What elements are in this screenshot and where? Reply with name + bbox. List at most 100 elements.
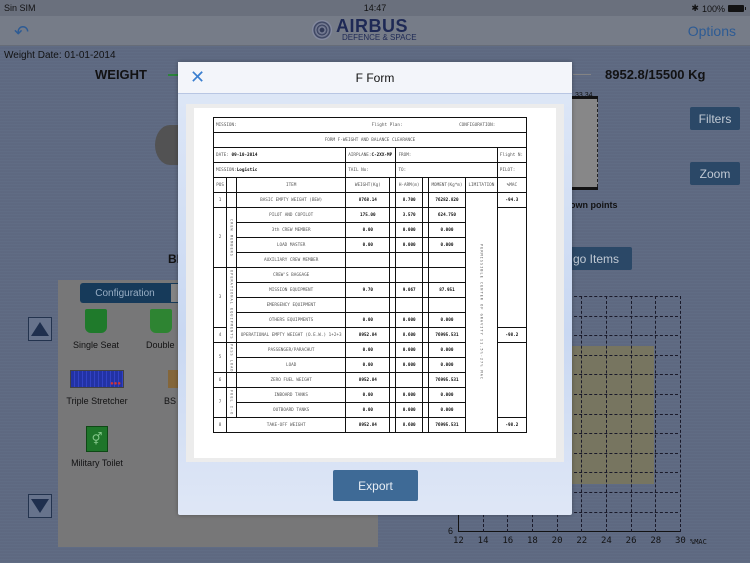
- form-title: FORM F-WEIGHT AND BALANCE CLEARANCE: [213, 132, 527, 148]
- col-moment: MOMENT(Kg*m): [427, 177, 467, 193]
- modal-header: ✕ F Form: [178, 62, 572, 94]
- item-cell: MISSION EQUIPMENT: [236, 282, 347, 298]
- item-cell: CREW'S BAGGAGE: [236, 267, 347, 283]
- group-label: OPERATIONAL EQUIPMENTS: [226, 267, 238, 343]
- moment-cell: 0.000: [427, 222, 467, 238]
- arm-cell: [395, 252, 423, 268]
- pos-cell: 7: [212, 387, 228, 418]
- limitation-cell: PERMISSIBLE CENTER OF GRAVITY 11.5%-27% …: [465, 192, 498, 433]
- weight-cell: 0.00: [345, 237, 391, 253]
- moment-cell: 0.000: [427, 402, 467, 418]
- moment-cell: 0.000: [427, 357, 467, 373]
- col-arm: H-ARM(m): [395, 177, 423, 193]
- weight-cell: 0.00: [345, 357, 391, 373]
- moment-cell: [427, 252, 467, 268]
- airplane-field: AIRPLANE:C-2XX-MP: [345, 147, 397, 163]
- item-cell: OUTBOARD TANKS: [236, 402, 347, 418]
- item-cell: INBOARD TANKS: [236, 387, 347, 403]
- col-weight: WEIGHT(Kg): [345, 177, 391, 193]
- group-cell: [226, 192, 238, 208]
- moment-cell: [427, 297, 467, 313]
- weight-cell: 9.70: [345, 282, 391, 298]
- pos-cell: 8: [212, 417, 228, 433]
- group-cell: [226, 372, 238, 388]
- mission-field: MISSION:Logistic: [212, 162, 347, 178]
- arm-cell: 0.000: [395, 387, 423, 403]
- tail-field: TAIL No:: [345, 162, 397, 178]
- weight-cell: [345, 297, 391, 313]
- weight-cell: 0.00: [345, 222, 391, 238]
- item-cell: LOAD MASTER: [236, 237, 347, 253]
- arm-cell: 3.570: [395, 207, 423, 223]
- col-item: ITEM: [236, 177, 347, 193]
- pos-cell: 1: [212, 192, 228, 208]
- pos-cell: 3: [212, 267, 228, 328]
- moment-cell: 0.000: [427, 387, 467, 403]
- item-cell: OPERATIONAL EMPTY WEIGHT (O.E.W.) 1+2+3: [236, 327, 347, 343]
- weight-cell: 8952.84: [345, 327, 391, 343]
- item-cell: PASSENGER/PARACHUT: [236, 342, 347, 358]
- mac-cell: -98.2: [496, 327, 528, 343]
- arm-cell: 0.000: [395, 357, 423, 373]
- group-label: CREW MEMBERS: [226, 207, 238, 268]
- weight-cell: 0.00: [345, 402, 391, 418]
- arm-cell: 9.067: [395, 282, 423, 298]
- arm-cell: [395, 267, 423, 283]
- mac-cell: -94.3: [496, 192, 528, 208]
- to-field: TO:: [395, 162, 498, 178]
- moment-cell: 87.951: [427, 282, 467, 298]
- weight-cell: [345, 252, 391, 268]
- mac-cell: [496, 207, 528, 328]
- arm-cell: 8.600: [395, 417, 423, 433]
- col-limitation: LIMITATION: [465, 177, 498, 193]
- item-cell: TAKE-OFF WEIGHT: [226, 417, 347, 433]
- weight-cell: 8768.14: [345, 192, 391, 208]
- export-button[interactable]: Export: [333, 470, 418, 501]
- flight-n-field: Flight N:: [496, 147, 528, 163]
- table-row: 1 BASIC EMPTY WEIGHT (BEW) 8768.14 8.700 762…: [212, 192, 528, 433]
- from-field: FROM:: [395, 147, 498, 163]
- weight-cell: 175.00: [345, 207, 391, 223]
- item-cell: 3th CREW MEMBER: [236, 222, 347, 238]
- moment-cell: 0.000: [427, 237, 467, 253]
- item-cell: LOAD: [236, 357, 347, 373]
- item-cell: AUXILIARY CREW MEMBER: [236, 252, 347, 268]
- modal-title: F Form: [355, 71, 395, 85]
- arm-cell: [395, 297, 423, 313]
- mission-label: MISSION:: [212, 117, 346, 133]
- header-row: POS ITEM WEIGHT(Kg) H-ARM(m) MOMENT(Kg*m…: [212, 177, 528, 193]
- pos-cell: 6: [212, 372, 228, 388]
- date-field: DATE: 09-10-2014: [212, 147, 347, 163]
- moment-cell: 76282.820: [427, 192, 467, 208]
- mac-cell: -98.2: [496, 417, 528, 433]
- arm-cell: 8.600: [395, 327, 423, 343]
- group-label: PASS LOAD: [226, 342, 238, 373]
- item-cell: ZERO FUEL WEIGHT: [236, 372, 347, 388]
- moment-cell: 76995.531: [427, 327, 467, 343]
- item-cell: OTHERS EQUIPMENTS: [236, 312, 347, 328]
- moment-cell: 624.750: [427, 207, 467, 223]
- flight-plan-label: Flight Plan:: [345, 117, 429, 133]
- group-label: FUEL I-O: [226, 387, 238, 418]
- moment-cell: 76995.531: [427, 417, 467, 433]
- item-cell: EMERGENCY EQUIPMENT: [236, 297, 347, 313]
- arm-cell: 8.700: [395, 192, 423, 208]
- weight-cell: 0.00: [345, 342, 391, 358]
- weight-cell: [345, 267, 391, 283]
- arm-cell: 0.000: [395, 312, 423, 328]
- moment-cell: 76995.531: [427, 372, 467, 388]
- f-form-modal: ✕ F Form MISSION: Flight Plan: CONFIGURA…: [178, 62, 572, 515]
- moment-cell: 0.000: [427, 342, 467, 358]
- pilot-field: PILOT:: [496, 162, 528, 178]
- arm-cell: 0.000: [395, 237, 423, 253]
- f-form-document: MISSION: Flight Plan: CONFIGURATION: FOR…: [194, 108, 556, 458]
- document-viewer[interactable]: MISSION: Flight Plan: CONFIGURATION: FOR…: [186, 104, 564, 462]
- weight-cell: 0.00: [345, 387, 391, 403]
- pos-cell: 4: [212, 327, 228, 343]
- arm-cell: [395, 372, 423, 388]
- configuration-label: CONFIGURATION:: [428, 117, 528, 133]
- weight-cell: 8952.84: [345, 372, 391, 388]
- arm-cell: 0.000: [395, 222, 423, 238]
- arm-cell: 0.000: [395, 402, 423, 418]
- pos-cell: 2: [212, 207, 228, 268]
